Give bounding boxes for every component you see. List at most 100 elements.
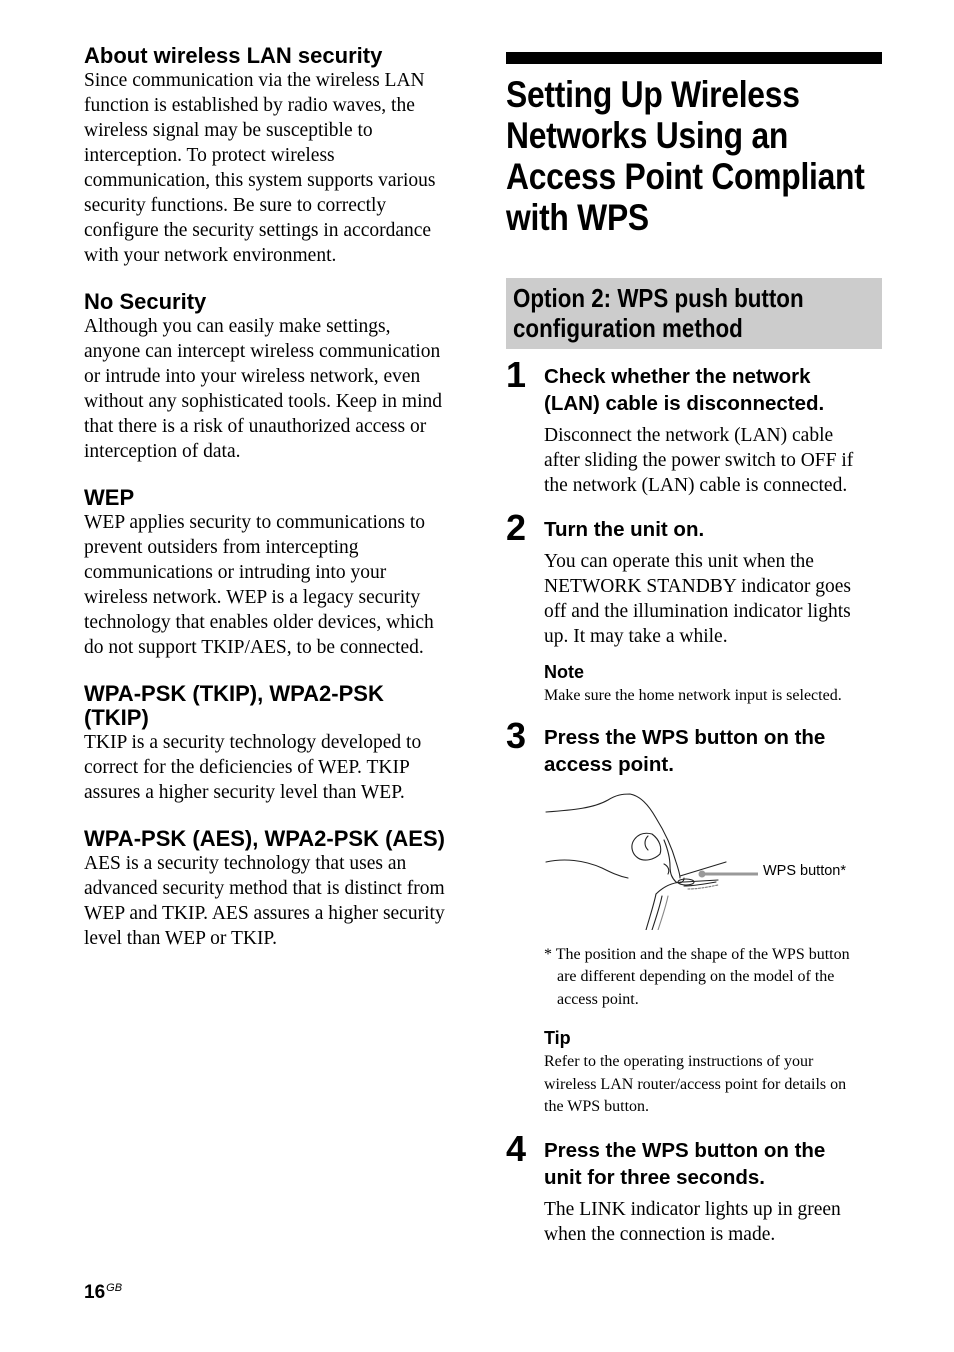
tip-line: wireless LAN router/access point for det… bbox=[544, 1075, 847, 1093]
note-heading: Note bbox=[544, 662, 584, 682]
step-1: 1 Check whether the network (LAN) cable … bbox=[506, 357, 882, 498]
page-title: Setting Up Wireless Networks Using an Ac… bbox=[506, 74, 884, 238]
heading-line: (LAN) cable is disconnected. bbox=[544, 392, 825, 415]
tip-line: Refer to the operating instructions of y… bbox=[544, 1053, 814, 1070]
text-line: Since communication via the wireless LAN bbox=[84, 70, 425, 91]
text-line: that there is a risk of unauthorized acc… bbox=[84, 416, 427, 437]
heading-line: access point. bbox=[544, 752, 674, 776]
right-column: Setting Up Wireless Networks Using an Ac… bbox=[506, 52, 882, 1247]
section-body: WEP applies security to communications t… bbox=[84, 510, 464, 660]
text-line: function is established by radio waves, … bbox=[84, 95, 415, 116]
footnote-line: * The position and the shape of the WPS … bbox=[544, 945, 850, 963]
step-number: 3 bbox=[506, 714, 527, 756]
heading-line: Press the WPS button on the bbox=[544, 1138, 826, 1162]
heading-line: Press the WPS button on the bbox=[544, 725, 826, 749]
region-code: GB bbox=[106, 1282, 123, 1294]
footnote-line: access point. bbox=[557, 990, 639, 1008]
step-number: 2 bbox=[506, 507, 527, 548]
tip-text: Refer to the operating instructions of y… bbox=[544, 1051, 882, 1119]
title-rule bbox=[506, 52, 882, 64]
text-line: AES is a security technology that uses a… bbox=[84, 853, 407, 874]
footnote-line: are different depending on the model of … bbox=[557, 968, 835, 985]
text-line: assures a higher security level than WEP… bbox=[84, 782, 405, 803]
section-body: Although you can easily make settings, a… bbox=[84, 314, 464, 464]
text-line: communications or intruding into your bbox=[84, 562, 387, 583]
text-line: when the connection is made. bbox=[544, 1223, 776, 1245]
title-line: Networks Using an bbox=[506, 115, 789, 156]
option-line: Option 2: WPS push button bbox=[513, 283, 804, 313]
step-4: 4 Press the WPS button on the unit for t… bbox=[506, 1130, 882, 1247]
text-line: WEP applies security to communications t… bbox=[84, 512, 426, 533]
text-line: Disconnect the network (LAN) cable bbox=[544, 425, 834, 446]
text-line: configure the security settings in accor… bbox=[84, 220, 432, 241]
text-line: WEP and TKIP. AES assures a higher secur… bbox=[84, 903, 445, 924]
page-number: 16GB bbox=[84, 1282, 122, 1304]
text-line: Although you can easily make settings, bbox=[84, 316, 391, 337]
text-line: do not support TKIP/AES, to be connected… bbox=[84, 637, 424, 658]
page-number-value: 16 bbox=[84, 1282, 106, 1303]
section-heading: About wireless LAN security bbox=[84, 43, 383, 68]
footnote: * The position and the shape of the WPS … bbox=[544, 944, 882, 1012]
title-line: Setting Up Wireless bbox=[506, 74, 800, 115]
title-line: with WPS bbox=[506, 197, 649, 238]
text-line: interception. To protect wireless bbox=[84, 145, 335, 166]
step-heading: Press the WPS button on the unit for thr… bbox=[544, 1137, 882, 1191]
text-line: the network (LAN) cable is connected. bbox=[544, 475, 848, 496]
text-line: interception of data. bbox=[84, 441, 241, 462]
step-2: 2 Turn the unit on. You can operate this… bbox=[506, 510, 882, 708]
text-line: NETWORK STANDBY indicator goes bbox=[544, 576, 851, 597]
step-number: 4 bbox=[506, 1127, 527, 1169]
text-line: security functions. Be sure to correctly bbox=[84, 195, 387, 216]
text-line: technology that enables older devices, w… bbox=[84, 612, 434, 633]
step-3: 3 Press the WPS button on the access poi… bbox=[506, 717, 884, 1119]
text-line: correct for the deficiencies of WEP. TKI… bbox=[84, 757, 410, 778]
step-body: The LINK indicator lights up in green wh… bbox=[544, 1197, 882, 1247]
section-about-wireless-lan-security: About wireless LAN security Since commun… bbox=[84, 44, 464, 268]
text-line: up. It may take a while. bbox=[544, 626, 728, 647]
text-line: wireless network. WEP is a legacy securi… bbox=[84, 587, 421, 608]
text-line: with your network environment. bbox=[84, 245, 337, 266]
text-line: You can operate this unit when the bbox=[544, 551, 814, 572]
tip-line: the WPS button. bbox=[544, 1098, 650, 1115]
text-line: The LINK indicator lights up in green bbox=[544, 1198, 841, 1220]
section-body: Since communication via the wireless LAN… bbox=[84, 68, 464, 268]
section-heading: No Security bbox=[84, 289, 207, 314]
section-heading: WPA-PSK (TKIP), WPA2-PSK (TKIP) bbox=[84, 682, 464, 730]
step-body: Disconnect the network (LAN) cable after… bbox=[544, 423, 882, 498]
text-line: after sliding the power switch to OFF if bbox=[544, 450, 854, 471]
text-line: off and the illumination indicator light… bbox=[544, 601, 851, 622]
heading-line: Turn the unit on. bbox=[544, 518, 705, 541]
text-line: anyone can intercept wireless communicat… bbox=[84, 341, 441, 362]
section-body: TKIP is a security technology developed … bbox=[84, 730, 464, 805]
note-text: Make sure the home network input is sele… bbox=[544, 687, 842, 704]
heading-line: (TKIP) bbox=[84, 705, 149, 730]
option-title: Option 2: WPS push button configuration … bbox=[513, 283, 874, 343]
text-line: prevent outsiders from intercepting bbox=[84, 537, 359, 558]
title-line: Access Point Compliant bbox=[506, 156, 865, 197]
text-line: level than WEP or TKIP. bbox=[84, 928, 277, 949]
section-body: AES is a security technology that uses a… bbox=[84, 851, 464, 951]
step-body: You can operate this unit when the NETWO… bbox=[544, 549, 882, 649]
text-line: or intrude into your wireless network, e… bbox=[84, 366, 421, 387]
section-wpa-psk-tkip: WPA-PSK (TKIP), WPA2-PSK (TKIP) TKIP is … bbox=[84, 682, 464, 805]
left-column: About wireless LAN security Since commun… bbox=[84, 44, 464, 973]
heading-line: Check whether the network bbox=[544, 365, 811, 388]
section-wpa-psk-aes: WPA-PSK (AES), WPA2-PSK (AES) AES is a s… bbox=[84, 827, 464, 951]
text-line: communication, this system supports vari… bbox=[84, 170, 436, 191]
section-heading: WPA-PSK (AES), WPA2-PSK (AES) bbox=[84, 826, 445, 851]
step-heading: Turn the unit on. bbox=[544, 516, 882, 543]
wps-illustration: WPS button* bbox=[544, 790, 884, 930]
text-line: without any sophisticated tools. Keep in… bbox=[84, 391, 442, 412]
wps-button-callout-label: WPS button* bbox=[763, 862, 847, 879]
text-line: wireless signal may be susceptible to bbox=[84, 120, 373, 141]
step-number: 1 bbox=[506, 354, 527, 395]
text-line: advanced security method that is distinc… bbox=[84, 878, 445, 899]
option-banner: Option 2: WPS push button configuration … bbox=[506, 278, 882, 349]
section-heading: WEP bbox=[84, 485, 135, 510]
option-line: configuration method bbox=[513, 313, 743, 343]
heading-line: unit for three seconds. bbox=[544, 1165, 765, 1189]
section-no-security: No Security Although you can easily make… bbox=[84, 290, 464, 464]
step-heading: Press the WPS button on the access point… bbox=[544, 724, 882, 778]
heading-line: WPA-PSK (TKIP), WPA2-PSK bbox=[84, 681, 384, 706]
section-wep: WEP WEP applies security to communicatio… bbox=[84, 486, 464, 660]
